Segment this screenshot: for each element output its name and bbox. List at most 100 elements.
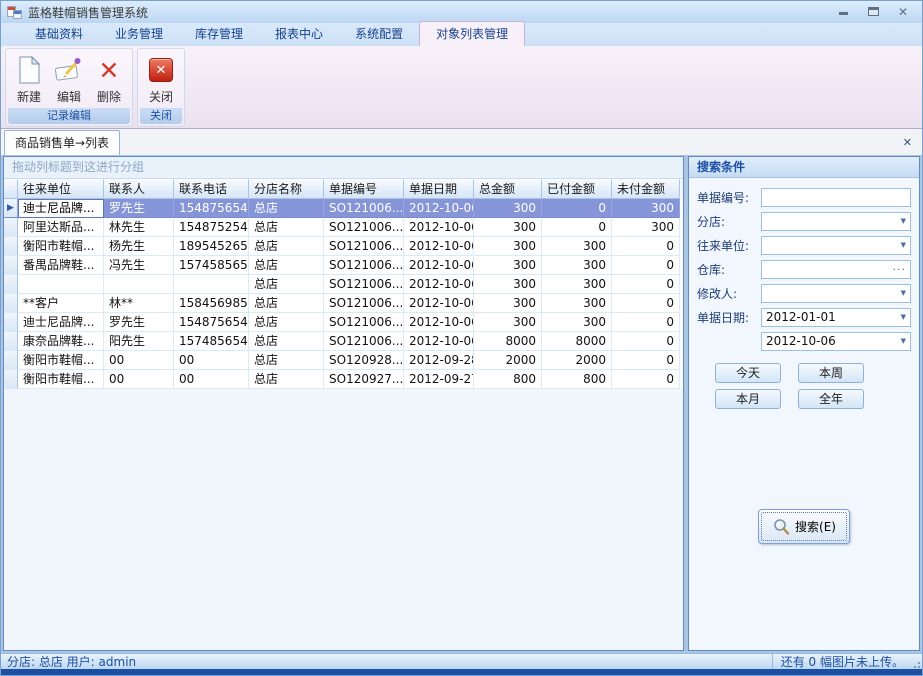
- cell-paid[interactable]: 300: [542, 294, 612, 313]
- cell-unpaid[interactable]: 0: [612, 256, 680, 275]
- cell-date[interactable]: 2012-10-06: [404, 332, 474, 351]
- cell-unpaid[interactable]: 0: [612, 370, 680, 389]
- cell-total[interactable]: 300: [474, 275, 542, 294]
- cell-date[interactable]: 2012-10-06: [404, 294, 474, 313]
- branch-dropdown[interactable]: ▼: [761, 212, 911, 231]
- delete-button[interactable]: ✕ 删除: [90, 52, 128, 106]
- cell-order[interactable]: SO121006...: [324, 294, 404, 313]
- column-header-date[interactable]: 单据日期: [404, 179, 474, 199]
- row-indicator[interactable]: [4, 370, 18, 389]
- minimize-button[interactable]: [836, 5, 850, 19]
- this-week-button[interactable]: 本周: [798, 363, 864, 383]
- cell-company[interactable]: 衡阳市鞋帽...: [18, 370, 104, 389]
- cell-unpaid[interactable]: 0: [612, 313, 680, 332]
- cell-order[interactable]: SO121006...: [324, 218, 404, 237]
- cell-contact[interactable]: 罗先生: [104, 313, 174, 332]
- cell-branch[interactable]: 总店: [249, 370, 324, 389]
- cell-contact[interactable]: [104, 275, 174, 294]
- cell-paid[interactable]: 8000: [542, 332, 612, 351]
- cell-unpaid[interactable]: 300: [612, 199, 680, 218]
- cell-unpaid[interactable]: 0: [612, 351, 680, 370]
- cell-company[interactable]: 衡阳市鞋帽...: [18, 351, 104, 370]
- table-row[interactable]: 衡阳市鞋帽...0000总店SO120927...2012-09-2780080…: [4, 370, 683, 389]
- cell-phone[interactable]: [174, 275, 249, 294]
- cell-company[interactable]: [18, 275, 104, 294]
- document-tab-sales-list[interactable]: 商品销售单→列表: [4, 130, 120, 155]
- row-indicator[interactable]: ▶: [4, 199, 18, 218]
- ribbon-tab-business[interactable]: 业务管理: [99, 22, 179, 46]
- cell-company[interactable]: 番禺品牌鞋...: [18, 256, 104, 275]
- chevron-down-icon[interactable]: ▼: [898, 313, 906, 321]
- cell-date[interactable]: 2012-10-06: [404, 199, 474, 218]
- cell-date[interactable]: 2012-09-28: [404, 351, 474, 370]
- ribbon-tab-reports[interactable]: 报表中心: [259, 22, 339, 46]
- cell-phone[interactable]: 00: [174, 351, 249, 370]
- cell-branch[interactable]: 总店: [249, 275, 324, 294]
- chevron-down-icon[interactable]: ▼: [898, 337, 906, 345]
- cell-total[interactable]: 300: [474, 237, 542, 256]
- table-row[interactable]: 迪士尼品牌...罗先生154875654...总店SO121006...2012…: [4, 313, 683, 332]
- cell-contact[interactable]: 林先生: [104, 218, 174, 237]
- cell-order[interactable]: SO121006...: [324, 199, 404, 218]
- date-from-dropdown[interactable]: 2012-01-01▼: [761, 308, 911, 327]
- close-button[interactable]: ✕: [896, 5, 910, 19]
- cell-paid[interactable]: 300: [542, 313, 612, 332]
- column-header-unpaid[interactable]: 未付金额: [612, 179, 680, 199]
- row-indicator[interactable]: [4, 351, 18, 370]
- ribbon-tab-inventory[interactable]: 库存管理: [179, 22, 259, 46]
- row-indicator[interactable]: [4, 313, 18, 332]
- cell-company[interactable]: 迪士尼品牌...: [18, 313, 104, 332]
- this-year-button[interactable]: 全年: [798, 389, 864, 409]
- table-row[interactable]: 番禺品牌鞋...冯先生157458565...总店SO121006...2012…: [4, 256, 683, 275]
- edit-button[interactable]: 编辑: [50, 52, 88, 106]
- document-close-icon[interactable]: ✕: [899, 136, 916, 149]
- cell-branch[interactable]: 总店: [249, 313, 324, 332]
- row-indicator[interactable]: [4, 275, 18, 294]
- table-row[interactable]: ▶迪士尼品牌...罗先生154875654...总店SO121006...201…: [4, 199, 683, 218]
- cell-paid[interactable]: 2000: [542, 351, 612, 370]
- cell-order[interactable]: SO120927...: [324, 370, 404, 389]
- column-header-company[interactable]: 往来单位: [18, 179, 104, 199]
- today-button[interactable]: 今天: [715, 363, 781, 383]
- row-indicator[interactable]: [4, 237, 18, 256]
- cell-date[interactable]: 2012-10-06: [404, 256, 474, 275]
- cell-company[interactable]: 迪士尼品牌...: [18, 199, 104, 218]
- cell-total[interactable]: 300: [474, 256, 542, 275]
- row-indicator[interactable]: [4, 294, 18, 313]
- chevron-down-icon[interactable]: ▼: [898, 289, 906, 297]
- cell-contact[interactable]: 00: [104, 370, 174, 389]
- cell-total[interactable]: 2000: [474, 351, 542, 370]
- cell-paid[interactable]: 300: [542, 237, 612, 256]
- order-number-input[interactable]: [761, 188, 911, 207]
- cell-phone[interactable]: 158456985...: [174, 294, 249, 313]
- ribbon-tab-object-list[interactable]: 对象列表管理: [419, 21, 525, 46]
- cell-order[interactable]: SO121006...: [324, 237, 404, 256]
- cell-date[interactable]: 2012-10-06: [404, 237, 474, 256]
- cell-unpaid[interactable]: 0: [612, 237, 680, 256]
- table-row[interactable]: 康奈品牌鞋...阳先生157485654...总店SO121006...2012…: [4, 332, 683, 351]
- ribbon-tab-system-config[interactable]: 系统配置: [339, 22, 419, 46]
- chevron-down-icon[interactable]: ▼: [898, 217, 906, 225]
- cell-unpaid[interactable]: 0: [612, 294, 680, 313]
- customer-dropdown[interactable]: ▼: [761, 236, 911, 255]
- cell-date[interactable]: 2012-10-06: [404, 218, 474, 237]
- cell-order[interactable]: SO121006...: [324, 256, 404, 275]
- cell-total[interactable]: 300: [474, 294, 542, 313]
- cell-paid[interactable]: 800: [542, 370, 612, 389]
- column-header-order[interactable]: 单据编号: [324, 179, 404, 199]
- cell-paid[interactable]: 300: [542, 275, 612, 294]
- cell-total[interactable]: 300: [474, 199, 542, 218]
- column-header-paid[interactable]: 已付金额: [542, 179, 612, 199]
- cell-date[interactable]: 2012-09-27: [404, 370, 474, 389]
- cell-phone[interactable]: 154875654...: [174, 313, 249, 332]
- cell-order[interactable]: SO120928...: [324, 351, 404, 370]
- cell-phone[interactable]: 157458565...: [174, 256, 249, 275]
- cell-contact[interactable]: 00: [104, 351, 174, 370]
- cell-contact[interactable]: 罗先生: [104, 199, 174, 218]
- table-row[interactable]: 衡阳市鞋帽...0000总店SO120928...2012-09-2820002…: [4, 351, 683, 370]
- cell-paid[interactable]: 300: [542, 256, 612, 275]
- cell-total[interactable]: 300: [474, 218, 542, 237]
- cell-total[interactable]: 800: [474, 370, 542, 389]
- cell-order[interactable]: SO121006...: [324, 275, 404, 294]
- new-button[interactable]: 新建: [10, 52, 48, 106]
